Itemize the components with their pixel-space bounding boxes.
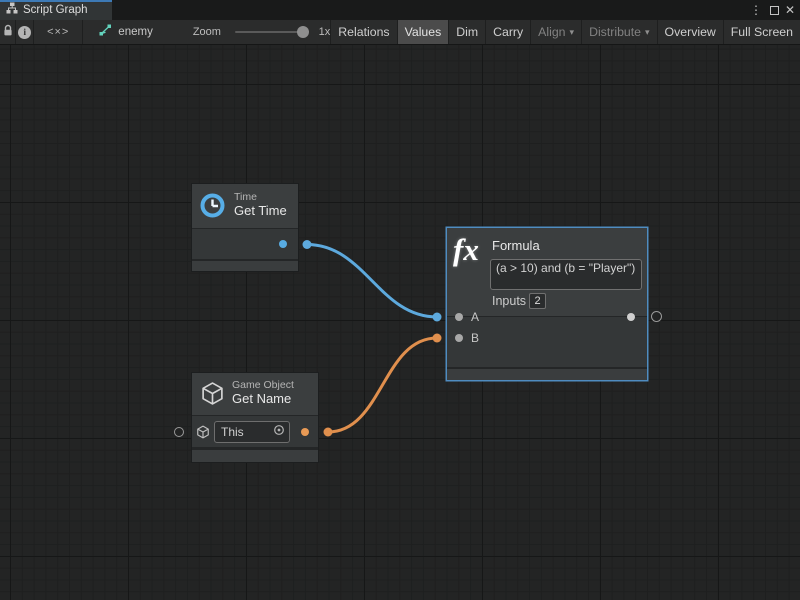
align-dropdown[interactable]: Align ▾	[531, 20, 582, 44]
node-get-time-header[interactable]: Time Get Time	[192, 184, 298, 228]
node-footer	[447, 369, 647, 380]
graph-hierarchy-icon	[6, 1, 18, 19]
connection-wires	[0, 45, 800, 600]
wire-endpoint	[324, 428, 333, 437]
inputs-count-field[interactable]: 2	[529, 293, 546, 309]
zoom-value: 1x	[319, 26, 331, 38]
chevron-down-icon: ▾	[570, 27, 575, 38]
node-title: Get Name	[232, 391, 294, 407]
code-view-button[interactable]: <×>	[34, 20, 83, 44]
port-b-label: B	[471, 331, 479, 345]
tab-script-graph[interactable]: Script Graph	[0, 0, 112, 20]
lock-button[interactable]	[0, 20, 16, 44]
view-options: Relations Values Dim Carry Align ▾ Distr…	[331, 20, 800, 44]
graph-asset-icon	[99, 23, 112, 41]
window-more-icon[interactable]: ⋮	[748, 0, 764, 20]
object-picker-icon[interactable]	[273, 423, 285, 441]
graph-name-label[interactable]: enemy	[118, 26, 153, 38]
title-bar: Script Graph ⋮ ✕	[0, 0, 800, 20]
node-formula-header[interactable]: fx Formula (a > 10) and (b = "Player") I…	[447, 228, 647, 316]
output-port-result[interactable]	[627, 313, 635, 321]
zoom-label: Zoom	[193, 26, 221, 38]
inputs-label: Inputs	[492, 294, 526, 308]
fullscreen-button[interactable]: Full Screen	[724, 20, 800, 44]
node-category: Time	[234, 191, 287, 203]
zoom-slider[interactable]	[235, 31, 304, 33]
formula-fx-icon: fx	[453, 232, 479, 268]
output-port-time[interactable]	[279, 240, 287, 248]
wire-endpoint	[433, 313, 442, 322]
unconnected-input-ring[interactable]	[174, 427, 184, 437]
cube-icon	[200, 381, 225, 411]
node-title: Formula	[492, 238, 540, 254]
clock-icon	[199, 192, 226, 224]
zoom-slider-handle[interactable]	[297, 26, 309, 38]
chevron-down-icon: ▾	[645, 27, 650, 38]
target-object-value: This	[221, 425, 273, 439]
graph-canvas[interactable]: Time Get Time Game Object Ge	[0, 45, 800, 600]
tab-title: Script Graph	[23, 4, 88, 16]
info-icon: i	[18, 26, 31, 39]
node-title: Get Time	[234, 203, 287, 219]
formula-expression-input[interactable]: (a > 10) and (b = "Player")	[490, 259, 642, 290]
script-graph-window: Script Graph ⋮ ✕ i <×>	[0, 0, 800, 600]
input-port-a[interactable]	[455, 313, 463, 321]
node-footer	[192, 450, 318, 462]
values-button[interactable]: Values	[398, 20, 450, 44]
node-get-name-header[interactable]: Game Object Get Name	[192, 373, 318, 415]
cube-icon-small	[196, 425, 210, 444]
info-button[interactable]: i	[16, 20, 34, 44]
overview-button[interactable]: Overview	[658, 20, 724, 44]
output-port-name[interactable]	[301, 428, 309, 436]
node-get-name[interactable]: Game Object Get Name This	[192, 373, 318, 462]
node-get-time[interactable]: Time Get Time	[192, 184, 298, 271]
wire-endpoint	[433, 334, 442, 343]
graph-toolbar: i <×> enemy Zoom 1x Relations Values Di	[0, 20, 800, 45]
dim-button[interactable]: Dim	[449, 20, 486, 44]
node-footer	[192, 261, 298, 271]
close-icon[interactable]: ✕	[782, 0, 798, 20]
wire-endpoint	[303, 240, 312, 249]
lock-icon	[2, 24, 14, 40]
distribute-dropdown[interactable]: Distribute ▾	[582, 20, 657, 44]
target-object-field[interactable]: This	[214, 421, 290, 443]
node-formula[interactable]: fx Formula (a > 10) and (b = "Player") I…	[447, 228, 647, 380]
node-category: Game Object	[232, 379, 294, 391]
input-port-b[interactable]	[455, 334, 463, 342]
relations-button[interactable]: Relations	[331, 20, 397, 44]
maximize-icon[interactable]	[766, 0, 782, 20]
unconnected-output-ring[interactable]	[651, 311, 662, 322]
graph-breadcrumb: enemy Zoom 1x	[83, 20, 331, 44]
port-a-label: A	[471, 310, 479, 324]
carry-button[interactable]: Carry	[486, 20, 531, 44]
